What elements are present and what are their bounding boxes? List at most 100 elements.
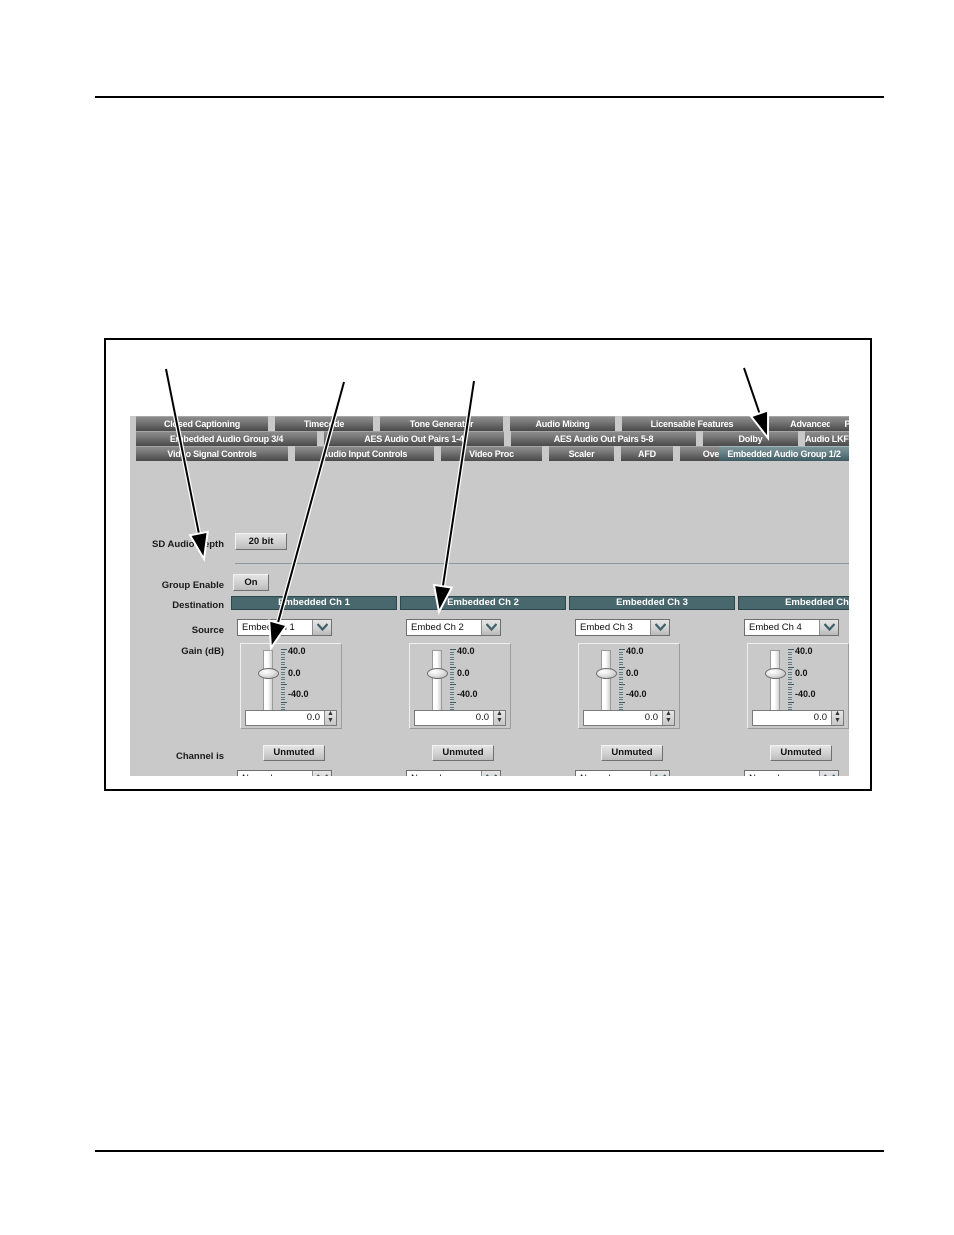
chevron-down-icon[interactable]	[312, 620, 331, 635]
section-divider	[235, 563, 849, 564]
gain-scale-tick	[788, 691, 792, 693]
tab-dolby[interactable]: Dolby	[703, 431, 798, 446]
mute-toggle-ch1[interactable]: Unmuted	[263, 745, 325, 761]
tab-audio-mixing[interactable]: Audio Mixing	[510, 416, 615, 431]
tab-audio-lkfs-monitor-metering[interactable]: Audio LKFS Monitor/Metering	[805, 431, 849, 446]
gain-scale-label-40: 40.0	[626, 646, 644, 656]
phase-select-ch4[interactable]: Normal	[744, 770, 839, 776]
mute-toggle-ch2[interactable]: Unmuted	[432, 745, 494, 761]
gain-scale-tick	[619, 671, 623, 673]
phase-select-ch2[interactable]: Normal	[406, 770, 501, 776]
gain-slider-track-ch3[interactable]	[601, 650, 611, 716]
gain-slider-thumb-ch1[interactable]	[258, 668, 279, 679]
gain-spinner-ch4[interactable]: ▲ ▼	[831, 710, 843, 725]
chevron-down-icon[interactable]	[481, 620, 500, 635]
gain-slider-track-ch4[interactable]	[770, 650, 780, 716]
gain-scale-tick	[788, 696, 792, 698]
tab-timecode[interactable]: Timecode	[275, 416, 373, 431]
phase-select-ch1[interactable]: Normal	[237, 770, 332, 776]
chevron-down-icon[interactable]	[650, 620, 669, 635]
gain-spinner-ch1[interactable]: ▲ ▼	[324, 710, 336, 725]
gain-scale-tick	[281, 696, 285, 698]
gain-scale-tick	[450, 706, 454, 708]
tab-audio-input-controls[interactable]: Audio Input Controls	[295, 446, 434, 461]
source-select-ch2[interactable]: Embed Ch 2	[406, 619, 501, 636]
gain-scale-tick	[281, 674, 285, 675]
gain-slider-thumb-ch3[interactable]	[596, 668, 617, 679]
gain-value-field-ch4[interactable]: 0.0 ▲ ▼	[752, 710, 844, 726]
gain-scale-tick	[619, 699, 623, 700]
gain-scale-label-0: 0.0	[795, 668, 808, 678]
gain-slider-track-ch2[interactable]	[432, 650, 442, 716]
gain-scale-tick	[450, 679, 454, 680]
tab-tone-generator[interactable]: Tone Generator	[380, 416, 503, 431]
gain-scale-tick	[619, 666, 625, 668]
chevron-down-icon[interactable]	[819, 620, 838, 635]
mute-toggle-ch4[interactable]: Unmuted	[770, 745, 832, 761]
gain-value-field-ch3[interactable]: 0.0 ▲ ▼	[583, 710, 675, 726]
gain-scale-label-m40: -40.0	[795, 689, 816, 699]
tab-embedded-audio-group-1-2[interactable]: Embedded Audio Group 1/2	[719, 446, 849, 461]
gain-scale-tick	[619, 651, 623, 653]
chevron-down-icon[interactable]	[312, 771, 331, 776]
gain-slider-thumb-ch2[interactable]	[427, 668, 448, 679]
destination-bar-ch2: Embedded Ch 2	[400, 596, 566, 610]
gain-spinner-ch2[interactable]: ▲ ▼	[493, 710, 505, 725]
gain-scale-tick	[788, 704, 792, 705]
chevron-down-icon[interactable]	[650, 771, 669, 776]
gain-scale-tick	[450, 691, 454, 693]
tab-embedded-audio-group-3-4[interactable]: Embedded Audio Group 3/4	[136, 431, 317, 446]
tab-afd[interactable]: AFD	[621, 446, 673, 461]
chevron-down-icon[interactable]	[819, 771, 838, 776]
gain-scale-tick	[281, 694, 285, 695]
source-select-ch3-value: Embed Ch 3	[580, 622, 633, 633]
tab-video-signal-controls[interactable]: Video Signal Controls	[136, 446, 288, 461]
gain-scale-tick	[281, 649, 287, 650]
gain-scale-tick	[450, 671, 454, 673]
mute-toggle-ch3[interactable]: Unmuted	[601, 745, 663, 761]
gain-scale-label-0: 0.0	[457, 668, 470, 678]
gain-scale-tick	[788, 656, 792, 658]
gain-scale-tick	[619, 676, 623, 678]
page-header-rule	[95, 96, 884, 98]
gain-scale-tick	[619, 684, 625, 685]
group-enable-button[interactable]: On	[233, 574, 269, 591]
source-select-ch4[interactable]: Embed Ch 4	[744, 619, 839, 636]
gain-scale-tick	[281, 676, 285, 678]
gain-scale-tick	[619, 656, 623, 658]
tab-aes-audio-out-pairs-1-4[interactable]: AES Audio Out Pairs 1-4	[324, 431, 504, 446]
gain-scale-tick	[619, 689, 623, 690]
gain-scale-tick	[788, 689, 792, 690]
gain-slider-track-ch1[interactable]	[263, 650, 273, 716]
destination-bar-ch3: Embedded Ch 3	[569, 596, 735, 610]
tab-presets[interactable]: Presets	[830, 416, 849, 431]
gain-value-field-ch2[interactable]: 0.0 ▲ ▼	[414, 710, 506, 726]
panel-body: SD Audio Depth 20 bit Group Enable On De…	[130, 461, 849, 776]
source-select-ch2-value: Embed Ch 2	[411, 622, 464, 633]
destination-label: Destination	[172, 600, 224, 611]
source-select-ch3[interactable]: Embed Ch 3	[575, 619, 670, 636]
source-select-ch1[interactable]: Embed Ch 1	[237, 619, 332, 636]
tab-licensable-features[interactable]: Licensable Features	[622, 416, 762, 431]
gain-spinner-ch3[interactable]: ▲ ▼	[662, 710, 674, 725]
tab-closed-captioning[interactable]: Closed Captioning	[136, 416, 268, 431]
tab-aes-audio-out-pairs-5-8[interactable]: AES Audio Out Pairs 5-8	[511, 431, 696, 446]
gain-scale-ticks-ch2	[450, 649, 456, 720]
gain-scale-tick	[281, 686, 285, 688]
gain-scale-tick	[450, 684, 456, 685]
sd-audio-depth-button[interactable]: 20 bit	[235, 533, 287, 550]
chevron-down-icon[interactable]	[481, 771, 500, 776]
phase-select-ch3-value: Normal	[580, 771, 611, 776]
gain-scale-tick	[450, 694, 454, 695]
gain-scale-tick	[619, 669, 623, 670]
gain-slider-thumb-ch4[interactable]	[765, 668, 786, 679]
phase-select-ch3[interactable]: Normal	[575, 770, 670, 776]
gain-value-field-ch1[interactable]: 0.0 ▲ ▼	[245, 710, 337, 726]
gain-scale-tick	[788, 659, 792, 660]
tab-video-proc[interactable]: Video Proc	[441, 446, 542, 461]
gain-scale-tick	[450, 674, 454, 675]
tab-scaler[interactable]: Scaler	[549, 446, 614, 461]
gain-scale-tick	[788, 651, 792, 653]
gain-value-ch4: 0.0	[813, 712, 827, 723]
gain-scale-tick	[281, 656, 285, 658]
